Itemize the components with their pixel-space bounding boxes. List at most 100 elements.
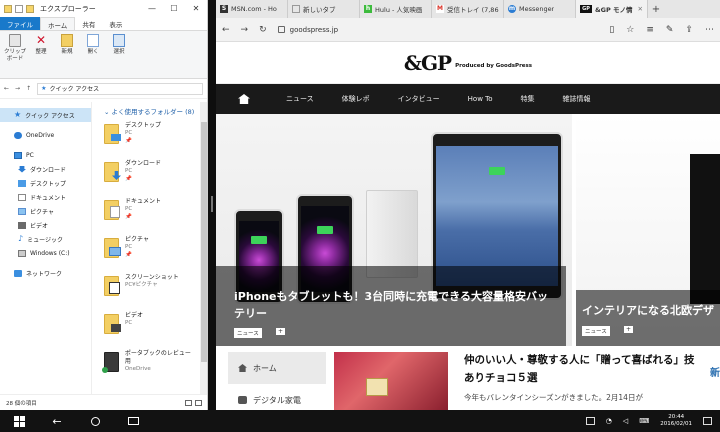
list-item[interactable]: ビデオ PC [104,312,196,350]
site-nav-item[interactable]: 特集 [507,94,549,104]
search-button[interactable] [76,410,114,432]
tab-file[interactable]: ファイル [0,17,40,30]
browser-tab-active[interactable]: GP &GP モノ情 ✕ [576,0,648,18]
nav-item-network[interactable]: ネットワーク [0,266,91,280]
list-item[interactable]: ドキュメント PC 📌 [104,198,196,236]
nav-item-drive-c[interactable]: Windows (C:) [0,246,91,260]
browser-tab[interactable]: m Messenger [504,0,576,18]
browser-tab[interactable]: h Hulu - 人気映画 [360,0,432,18]
hero-tag[interactable]: ニュース [234,328,262,338]
hero2-plus-icon[interactable]: + [624,326,633,333]
more-icon[interactable]: ⋯ [705,25,714,35]
site-nav-item[interactable]: 雑誌情報 [549,94,605,104]
category-home[interactable]: ホーム [228,352,326,384]
action-center-icon[interactable] [703,417,712,425]
tab-share[interactable]: 共有 [75,17,102,30]
nav-item-videos[interactable]: ビデオ [0,218,91,232]
hero2-tag[interactable]: ニュース [582,326,610,336]
wifi-icon[interactable]: ◔ [606,417,612,425]
ribbon-organize-button[interactable]: ✕ 整理 [30,34,52,75]
site-nav-item[interactable]: インタビュー [384,94,454,104]
tab-view[interactable]: 表示 [102,17,129,30]
share-icon[interactable]: ⇪ [685,25,693,35]
nav-item-downloads[interactable]: ダウンロード [0,162,91,176]
forward-icon[interactable]: → [241,25,249,35]
article-title-secondary[interactable]: 新 [710,364,720,379]
item-count: 28 個の項目 [6,400,37,407]
address-input[interactable]: ★ クイック アクセス [37,82,203,95]
back-button[interactable]: ← [4,85,9,92]
nav-item-documents[interactable]: ドキュメント [0,190,91,204]
nav-item-pictures[interactable]: ピクチャ [0,204,91,218]
web-note-icon[interactable]: ✎ [666,25,674,35]
camera-icon [238,396,247,404]
volume-icon[interactable]: ◁ [623,417,628,425]
tab-home[interactable]: ホーム [40,17,76,30]
site-nav-item[interactable]: 体験レポ [328,94,384,104]
hero-plus-icon[interactable]: + [276,328,285,335]
forward-button[interactable]: → [15,85,20,92]
back-icon[interactable]: ← [222,25,230,35]
scrollbar-thumb[interactable] [201,122,207,362]
folder-icon[interactable] [4,4,12,13]
favorite-star-icon[interactable]: ☆ [626,25,634,35]
nav-item-music[interactable]: ♪ ミュージック [0,232,91,246]
snap-splitter[interactable] [208,0,216,410]
list-item[interactable]: スクリーンショット PC¥ピクチャ [104,274,196,312]
group-title: よく使用するフォルダー (8) [111,108,195,116]
list-item[interactable]: デスクトップ PC 📌 [104,122,196,160]
nav-item-pc[interactable]: PC [0,148,91,162]
refresh-icon[interactable]: ↻ [259,25,267,35]
ribbon-select-button[interactable]: 選択 [108,34,130,75]
ribbon-open-button[interactable]: 開く [82,34,104,75]
hero-title[interactable]: iPhoneもタブレットも！3台同時に充電できる大容量格安バッテリー [234,288,554,322]
folder-location: PC [125,206,133,213]
scrollbar[interactable] [200,102,207,394]
system-tray: ◔ ◁ ⌨ 20:44 2016/02/01 [585,414,720,427]
article-title[interactable]: 仲のいい人・尊敬する人に「贈って喜ばれる」技ありチョコ５選 [464,352,704,388]
new-folder-icon[interactable] [26,4,34,13]
properties-icon[interactable] [15,4,23,13]
nav-item-onedrive[interactable]: OneDrive [0,128,91,142]
list-item[interactable]: ポータブックのレビュー用 OneDrive [102,350,196,388]
minimize-button[interactable]: — [141,4,163,13]
task-view-button[interactable] [114,410,152,432]
hero-image-secondary[interactable]: インテリアになる北欧デザ ニュース + [576,114,720,350]
splitter-grip[interactable] [211,196,213,212]
back-button[interactable]: ← [38,410,76,432]
nav-item-quick-access[interactable]: ★ クイック アクセス [0,108,91,122]
article-thumbnail[interactable] [334,352,448,410]
reading-view-icon[interactable]: ▯ [609,25,614,35]
close-button[interactable]: ✕ [185,4,207,13]
browser-tab[interactable]: M 受信トレイ (7,86 [432,0,504,18]
list-item[interactable]: ピクチャ PC 📌 [104,236,196,274]
home-icon[interactable] [238,94,250,104]
url-input[interactable]: goodspress.jp [277,22,599,38]
close-tab-icon[interactable]: ✕ [638,5,643,13]
site-nav-item[interactable]: ニュース [272,94,328,104]
nav-item-desktop[interactable]: デスクトップ [0,176,91,190]
site-logo[interactable]: &GP [404,51,452,75]
ribbon-new-button[interactable]: 新規 [56,34,78,75]
tablet-mode-icon[interactable] [585,417,595,425]
site-nav-item[interactable]: How To [454,95,507,103]
new-tab-button[interactable]: + [648,0,664,18]
category-digital[interactable]: デジタル家電 [228,384,326,410]
start-button[interactable] [0,410,38,432]
browser-tab[interactable]: S MSN.com - Ho [216,0,288,18]
hero2-title[interactable]: インテリアになる北欧デザ [582,302,714,318]
keyboard-icon[interactable]: ⌨ [639,417,649,425]
clock[interactable]: 20:44 2016/02/01 [660,414,692,427]
details-view-icon[interactable] [185,399,192,406]
list-item[interactable]: ダウンロード PC 📌 [104,160,196,198]
browser-tab[interactable]: 新しいタブ [288,0,360,18]
up-button[interactable]: ↑ [26,85,31,92]
large-icons-view-icon[interactable] [195,399,202,406]
article-section: ホーム デジタル家電 仲のいい人・尊敬する人に「贈って喜ばれる」技ありチョコ５選… [216,346,720,410]
network-icon [14,269,22,277]
nav-label: デスクトップ [30,180,67,188]
hub-icon[interactable]: ≡ [646,25,654,35]
maximize-button[interactable]: ☐ [163,4,185,13]
group-header[interactable]: ⌄ よく使用するフォルダー (8) [104,106,196,116]
ribbon-clipboard-button[interactable]: クリップボード [4,34,26,75]
